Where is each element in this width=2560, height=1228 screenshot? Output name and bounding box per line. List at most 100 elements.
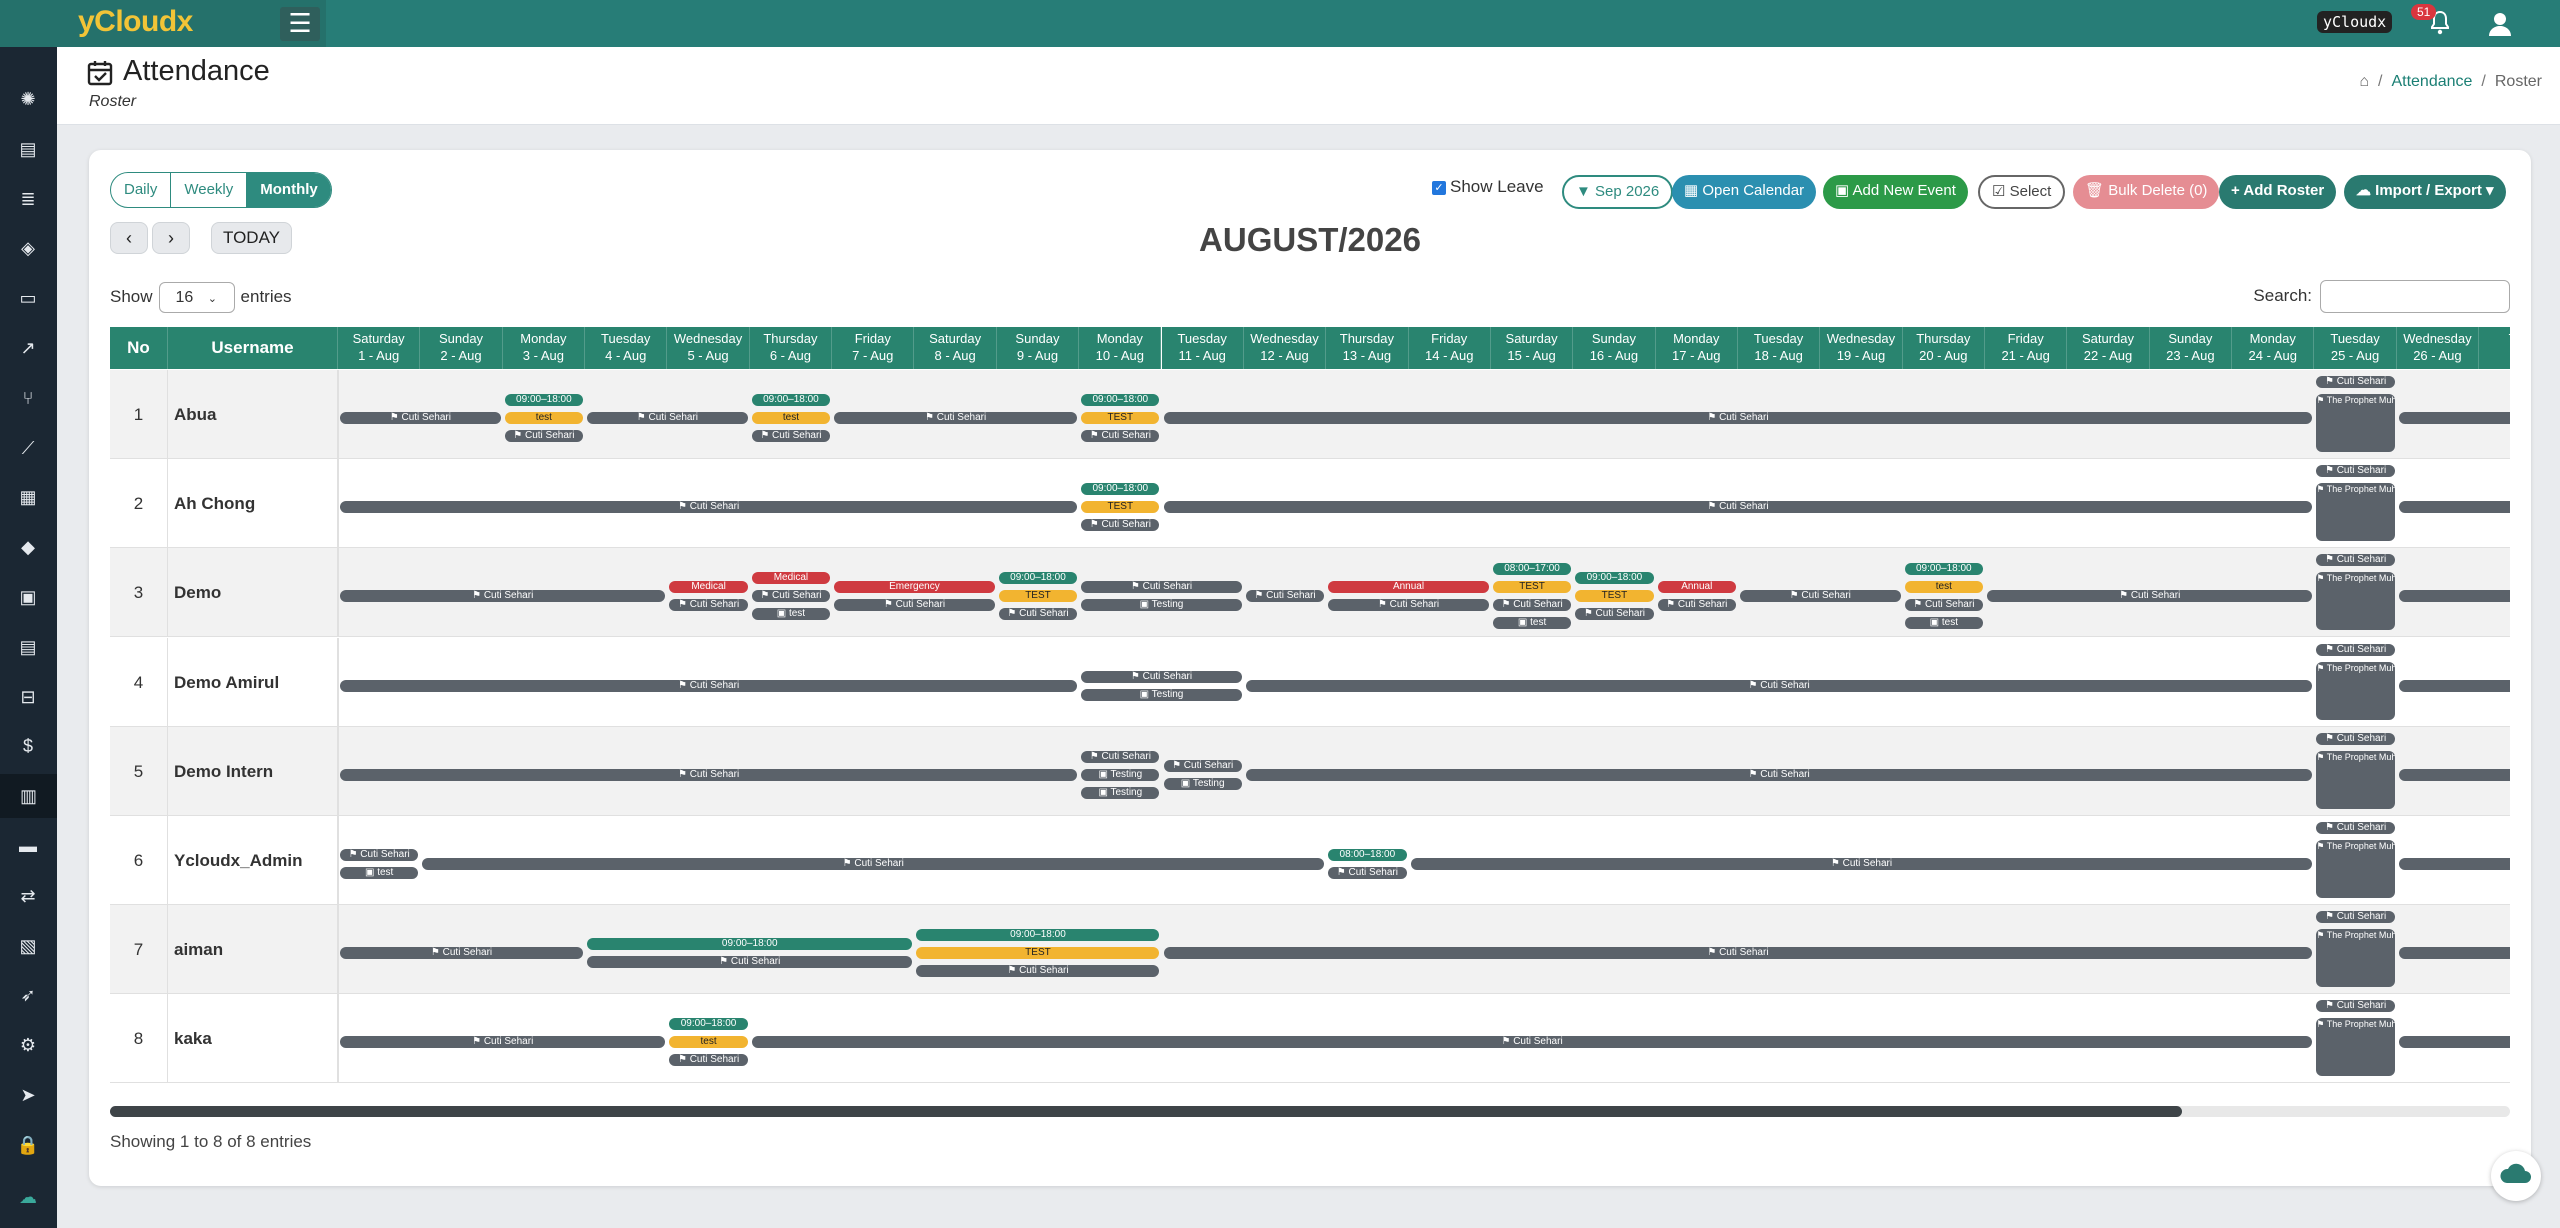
holiday-event[interactable]: ⚑ The Prophet Muhammad's Birthday (tenta… <box>2316 1018 2395 1077</box>
leave-event[interactable]: ⚑ Cuti Sehari <box>1245 679 2313 692</box>
leave-event[interactable]: ▣ Testing <box>1081 768 1160 781</box>
transfer-icon[interactable]: ⇄ <box>16 884 40 908</box>
leave-event[interactable] <box>2398 1036 2510 1049</box>
view-weekly-button[interactable]: Weekly <box>171 173 248 207</box>
add-roster-button[interactable]: + Add Roster <box>2219 175 2337 209</box>
calendar-icon[interactable]: ▥ <box>0 774 57 819</box>
box-icon[interactable]: ◈ <box>16 236 40 260</box>
chart-icon[interactable]: ↗ <box>16 336 40 360</box>
leave-event[interactable] <box>2398 501 2510 514</box>
shift-time-event[interactable]: 08:00–17:00 <box>1492 563 1572 576</box>
leave-event[interactable]: ⚑ Cuti Sehari <box>340 1036 666 1049</box>
leave-event[interactable]: ⚑ Cuti Sehari <box>340 947 584 960</box>
leave-event[interactable]: ⚑ Cuti Sehari <box>669 599 748 612</box>
open-calendar-button[interactable]: ▦ Open Calendar <box>1672 175 1817 209</box>
cart-icon[interactable]: ⊟ <box>16 685 40 709</box>
holiday-event[interactable]: ⚑ The Prophet Muhammad's Birthday (tenta… <box>2316 840 2395 898</box>
leave-event[interactable]: ⚑ Cuti Sehari <box>2316 465 2395 478</box>
tag-icon[interactable]: ◆ <box>16 535 40 559</box>
scrollbar-thumb[interactable] <box>110 1106 2182 1117</box>
shift-time-event[interactable]: 09:00–18:00 <box>751 394 831 406</box>
leave-event[interactable]: ⚑ Cuti Sehari <box>2316 822 2395 834</box>
monitor-icon[interactable]: ▭ <box>16 286 40 310</box>
leave-type-event[interactable]: Medical <box>669 581 748 594</box>
shift-time-event[interactable]: 09:00–18:00 <box>1904 563 1983 576</box>
settings-icon[interactable]: ⚙ <box>16 1033 40 1057</box>
leave-event[interactable]: ⚑ Cuti Sehari <box>1739 590 1901 603</box>
holiday-event[interactable]: ⚑ The Prophet Muhammad's Birthday (tenta… <box>2316 750 2395 809</box>
leave-event[interactable]: ⚑ Cuti Sehari <box>2316 643 2395 656</box>
shift-time-event[interactable]: 09:00–18:00 <box>916 929 1160 942</box>
leave-event[interactable]: ⚑ Cuti Sehari <box>669 1054 748 1067</box>
leave-event[interactable]: ⚑ Cuti Sehari <box>504 430 584 442</box>
shift-time-event[interactable]: 09:00–18:00 <box>998 572 1078 585</box>
leave-event[interactable]: ⚑ Cuti Sehari <box>1081 670 1242 683</box>
leave-event[interactable]: ⚑ Cuti Sehari <box>751 590 831 603</box>
leave-event[interactable] <box>2398 947 2510 960</box>
badge-icon[interactable]: ▣ <box>16 585 40 609</box>
leave-event[interactable]: ⚑ Cuti Sehari <box>1492 599 1572 612</box>
view-daily-button[interactable]: Daily <box>111 173 172 207</box>
add-event-button[interactable]: ▣ Add New Event <box>1823 175 1968 209</box>
leave-event[interactable] <box>2398 412 2510 424</box>
leave-event[interactable]: ⚑ Cuti Sehari <box>1245 590 1325 603</box>
shift-time-event[interactable]: 09:00–18:00 <box>669 1018 748 1031</box>
leave-event[interactable]: ⚑ Cuti Sehari <box>340 590 666 603</box>
cloud-chat-button[interactable] <box>2491 1151 2541 1201</box>
shift-name-event[interactable]: TEST <box>916 947 1160 960</box>
leave-event[interactable]: ⚑ Cuti Sehari <box>2316 911 2395 924</box>
leave-event[interactable]: ⚑ Cuti Sehari <box>1163 501 2313 514</box>
leave-event[interactable]: ⚑ Cuti Sehari <box>751 1036 2313 1049</box>
leave-event[interactable]: ⚑ Cuti Sehari <box>1163 759 1242 772</box>
leave-event[interactable]: ⚑ Cuti Sehari <box>1328 599 1489 612</box>
leave-event[interactable]: ⚑ Cuti Sehari <box>1657 599 1736 612</box>
database-icon[interactable]: ≣ <box>16 187 40 211</box>
brand-logo[interactable]: yCloudx <box>78 5 193 39</box>
leave-event[interactable]: ⚑ Cuti Sehari <box>2316 1000 2395 1013</box>
leave-event[interactable]: ⚑ Cuti Sehari <box>916 965 1160 978</box>
contact-icon[interactable]: ▤ <box>16 635 40 659</box>
leave-event[interactable]: ⚑ Cuti Sehari <box>1163 412 2313 424</box>
shift-name-event[interactable]: test <box>751 412 831 424</box>
home-icon[interactable]: ⌂ <box>2359 73 2369 90</box>
leave-event[interactable]: ▣ test <box>340 867 419 879</box>
leave-type-event[interactable]: Emergency <box>834 581 995 594</box>
leave-event[interactable]: ⚑ Cuti Sehari <box>1081 519 1160 532</box>
rocket-icon[interactable]: ➶ <box>16 983 40 1007</box>
leave-event[interactable]: ⚑ Cuti Sehari <box>2316 376 2395 388</box>
briefcase-icon[interactable]: ▬ <box>16 834 40 858</box>
shift-name-event[interactable]: test <box>504 412 584 424</box>
leave-type-event[interactable]: Annual <box>1657 581 1736 594</box>
leave-event[interactable]: ⚑ Cuti Sehari <box>2316 732 2395 745</box>
flow-icon[interactable]: ⑂ <box>16 386 40 410</box>
leave-event[interactable]: ⚑ Cuti Sehari <box>340 849 419 861</box>
leave-event[interactable]: ⚑ Cuti Sehari <box>587 412 748 424</box>
leave-type-event[interactable]: Medical <box>751 572 831 585</box>
leave-event[interactable] <box>2398 768 2510 781</box>
shift-time-event[interactable]: 09:00–18:00 <box>1575 572 1654 585</box>
leave-event[interactable]: ⚑ Cuti Sehari <box>1575 608 1654 621</box>
user-book-icon[interactable]: ▧ <box>16 934 40 958</box>
dollar-icon[interactable]: $ <box>16 734 40 758</box>
menu-toggle-icon[interactable]: ☰ <box>280 7 320 41</box>
holiday-event[interactable]: ⚑ The Prophet Muhammad's Birthday (tenta… <box>2316 661 2395 720</box>
leave-event[interactable]: ▣ Testing <box>1081 599 1242 612</box>
shift-time-event[interactable]: 08:00–18:00 <box>1328 849 1407 861</box>
entries-select[interactable]: 16 ⌄ <box>158 282 235 313</box>
leave-event[interactable]: ▣ Testing <box>1163 777 1242 790</box>
leave-event[interactable]: ⚑ Cuti Sehari <box>1163 947 2313 960</box>
trend-icon[interactable]: ⟋ <box>16 436 40 460</box>
shift-name-event[interactable]: test <box>1904 581 1983 594</box>
shift-name-event[interactable]: TEST <box>1492 581 1572 594</box>
leave-event[interactable]: ⚑ Cuti Sehari <box>751 430 831 442</box>
leave-event[interactable]: ⚑ Cuti Sehari <box>834 599 995 612</box>
shift-time-event[interactable]: 09:00–18:00 <box>504 394 584 406</box>
leave-event[interactable]: ⚑ Cuti Sehari <box>1410 858 2313 870</box>
horizontal-scrollbar[interactable] <box>110 1106 2510 1117</box>
leave-event[interactable]: ⚑ Cuti Sehari <box>1328 867 1407 879</box>
leave-event[interactable]: ⚑ Cuti Sehari <box>587 956 913 969</box>
leave-event[interactable] <box>2398 858 2510 870</box>
leave-event[interactable] <box>2398 679 2510 692</box>
leave-event[interactable]: ⚑ Cuti Sehari <box>1081 430 1160 442</box>
leave-event[interactable]: ⚑ Cuti Sehari <box>422 858 1325 870</box>
